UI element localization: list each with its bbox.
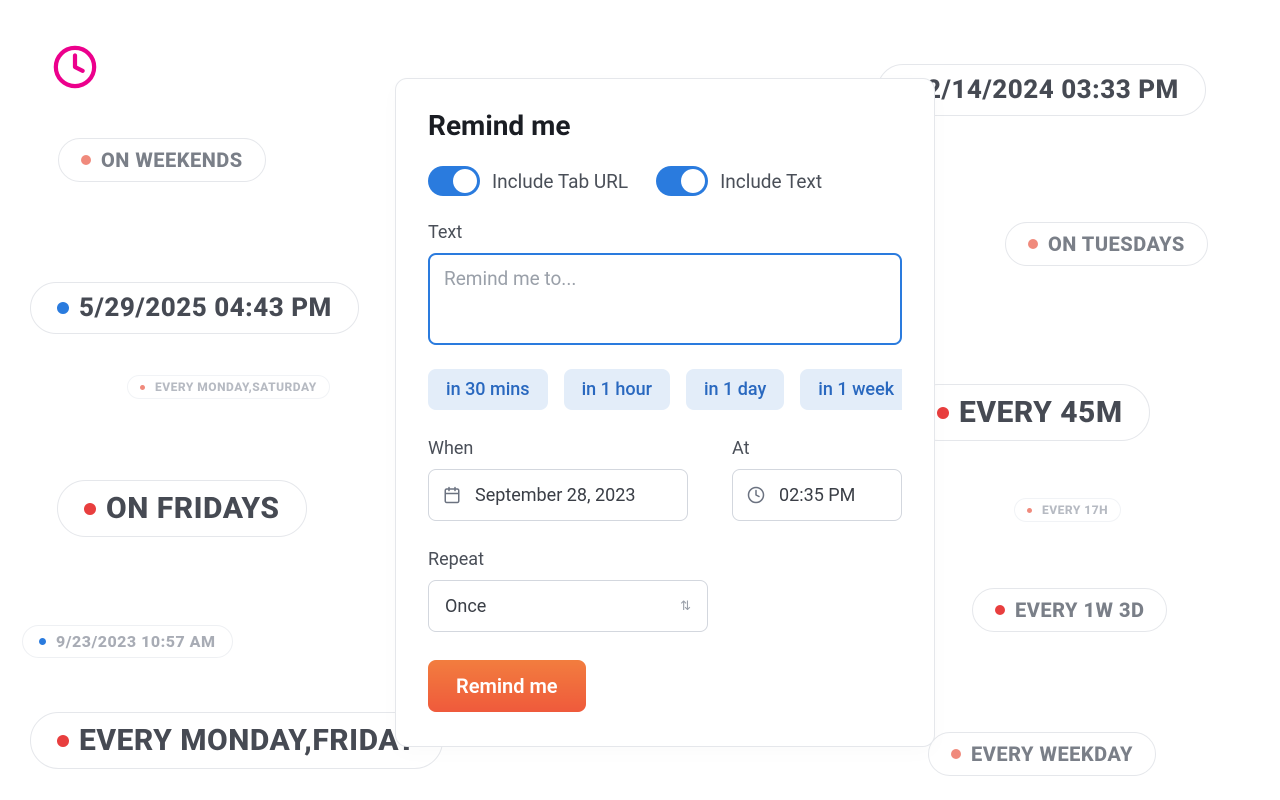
chip-label: ON WEEKENDS xyxy=(101,148,243,172)
chip-label: 9/23/2023 10:57 AM xyxy=(56,632,216,651)
status-dot-icon xyxy=(57,735,69,747)
chip-p8: ON TUESDAYS xyxy=(1005,222,1208,266)
repeat-label: Repeat xyxy=(428,549,902,570)
repeat-value: Once xyxy=(445,596,486,617)
when-label: When xyxy=(428,438,688,459)
include-text-toggle[interactable] xyxy=(656,166,708,196)
time-picker[interactable]: 02:35 PM xyxy=(732,469,902,521)
card-title: Remind me xyxy=(428,109,902,142)
chip-label: 2/14/2024 03:33 PM xyxy=(926,75,1179,105)
include-text-toggle-group: Include Text xyxy=(656,166,822,196)
chip-p11: EVERY 1W 3D xyxy=(972,588,1167,632)
preset-buttons-row: in 30 mins in 1 hour in 1 day in 1 week xyxy=(428,369,902,410)
include-tab-url-label: Include Tab URL xyxy=(492,170,628,193)
clock-logo-icon xyxy=(52,44,98,90)
date-value: September 28, 2023 xyxy=(475,485,635,506)
text-field-label: Text xyxy=(428,222,902,243)
chip-label: EVERY MONDAY,SATURDAY xyxy=(155,380,317,394)
status-dot-icon xyxy=(140,385,145,390)
at-label: At xyxy=(732,438,902,459)
chip-p4: ON FRIDAYS xyxy=(57,480,307,537)
clock-icon xyxy=(747,486,765,504)
reminder-text-input[interactable] xyxy=(428,253,902,345)
status-dot-icon xyxy=(995,605,1005,615)
time-value: 02:35 PM xyxy=(779,485,855,506)
chip-p2: 5/29/2025 04:43 PM xyxy=(30,282,359,334)
status-dot-icon xyxy=(84,503,96,515)
chip-label: EVERY WEEKDAY xyxy=(971,742,1133,766)
chip-p12: EVERY WEEKDAY xyxy=(928,732,1156,776)
preset-in-1-day[interactable]: in 1 day xyxy=(686,369,784,410)
preset-in-30-mins[interactable]: in 30 mins xyxy=(428,369,548,410)
chip-label: EVERY MONDAY,FRIDAY xyxy=(79,723,416,758)
chip-p3: EVERY MONDAY,SATURDAY xyxy=(127,375,330,399)
date-picker[interactable]: September 28, 2023 xyxy=(428,469,688,521)
toggles-row: Include Tab URL Include Text xyxy=(428,166,902,196)
chip-label: ON FRIDAYS xyxy=(106,491,280,526)
include-tab-url-toggle-group: Include Tab URL xyxy=(428,166,628,196)
include-text-label: Include Text xyxy=(720,170,822,193)
chip-label: ON TUESDAYS xyxy=(1048,232,1185,256)
repeat-select[interactable]: Once xyxy=(428,580,708,632)
include-tab-url-toggle[interactable] xyxy=(428,166,480,196)
chip-p9: EVERY 45M xyxy=(910,384,1150,441)
status-dot-icon xyxy=(81,155,91,165)
status-dot-icon xyxy=(57,302,69,314)
status-dot-icon xyxy=(39,638,46,645)
calendar-icon xyxy=(443,486,461,504)
status-dot-icon xyxy=(1028,239,1038,249)
chip-p1: ON WEEKENDS xyxy=(58,138,266,182)
remind-me-button[interactable]: Remind me xyxy=(428,660,586,712)
status-dot-icon xyxy=(937,407,949,419)
chip-p10: EVERY 17H xyxy=(1014,498,1121,522)
chip-label: EVERY 17H xyxy=(1042,503,1108,517)
chip-label: 5/29/2025 04:43 PM xyxy=(79,293,332,323)
status-dot-icon xyxy=(951,749,961,759)
chip-label: EVERY 45M xyxy=(959,395,1123,430)
preset-in-1-hour[interactable]: in 1 hour xyxy=(564,369,670,410)
chip-label: EVERY 1W 3D xyxy=(1015,598,1144,622)
status-dot-icon xyxy=(1027,508,1032,513)
chip-p6: EVERY MONDAY,FRIDAY xyxy=(30,712,443,769)
preset-in-1-week[interactable]: in 1 week xyxy=(800,369,902,410)
remind-me-card: Remind me Include Tab URL Include Text T… xyxy=(395,78,935,747)
chip-p5: 9/23/2023 10:57 AM xyxy=(22,625,233,658)
